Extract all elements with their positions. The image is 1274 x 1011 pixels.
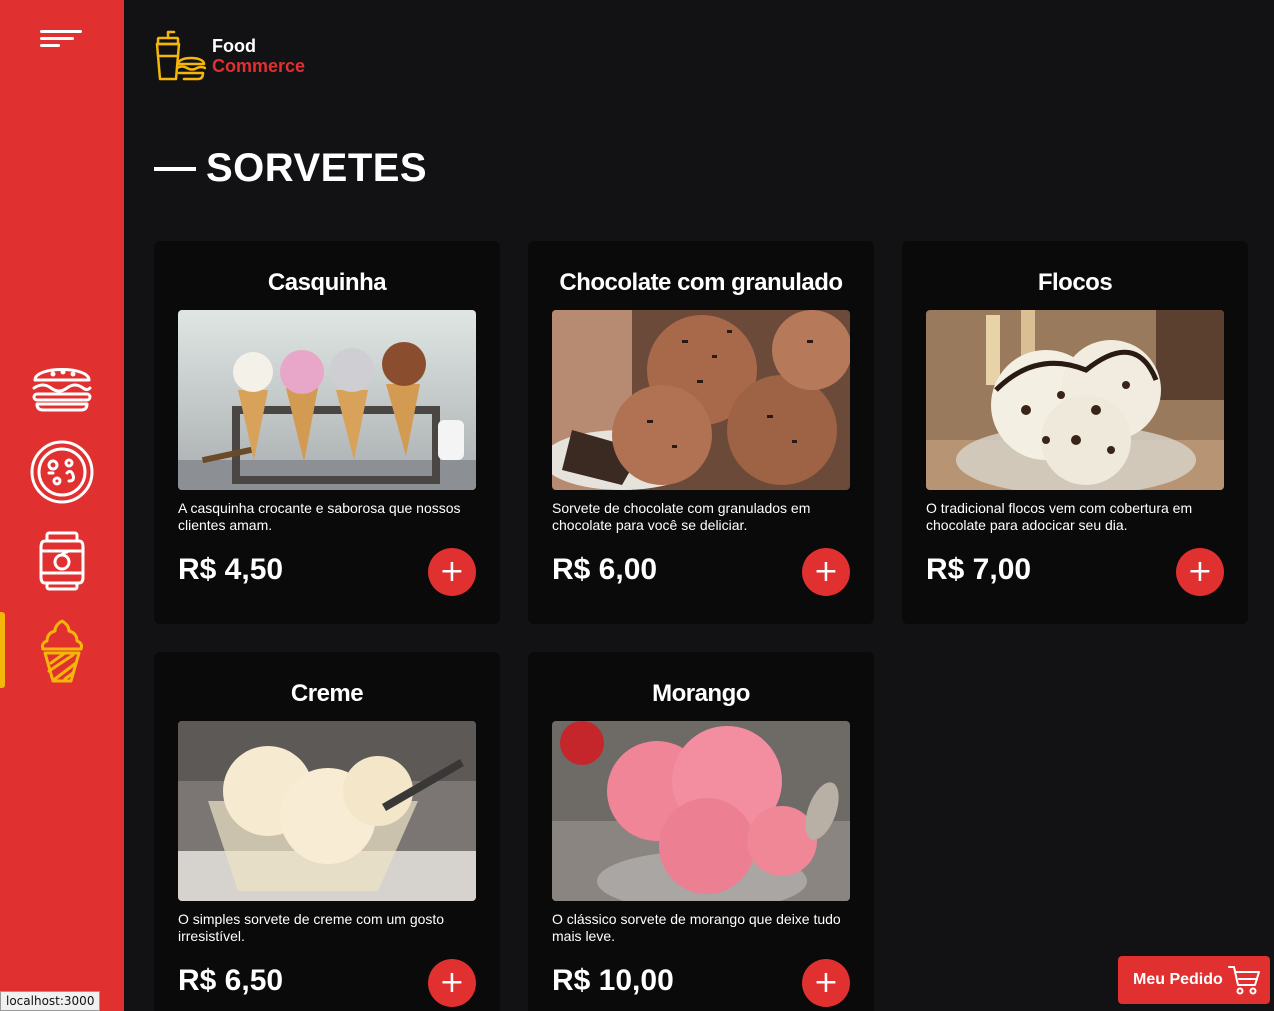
product-name: Chocolate com granulado (559, 269, 843, 296)
shopping-cart-icon (1227, 966, 1260, 995)
pizza-icon (30, 440, 94, 504)
product-image (552, 310, 850, 490)
menu-toggle-button[interactable] (40, 30, 84, 52)
menu-line (40, 37, 74, 40)
product-price: R$ 6,50 (178, 964, 284, 997)
food-commerce-logo-icon (155, 30, 206, 81)
product-name: Creme (290, 680, 364, 707)
my-order-button[interactable]: Meu Pedido (1118, 956, 1270, 1004)
add-to-cart-button[interactable]: + (802, 959, 850, 1007)
product-image (178, 310, 476, 490)
product-price: R$ 6,00 (552, 553, 658, 586)
product-price: R$ 4,50 (178, 553, 284, 586)
product-image (178, 721, 476, 901)
burger-icon (32, 368, 92, 412)
add-to-cart-button[interactable]: + (428, 548, 476, 596)
product-name: Flocos (1037, 269, 1113, 296)
product-description: O tradicional flocos vem com cobertura e… (926, 500, 1193, 533)
menu-line (40, 30, 82, 33)
sidebar-item-pizza[interactable] (0, 434, 124, 510)
product-card: Flocos O tradicional flocos vem com cobe… (902, 241, 1248, 624)
product-price: R$ 7,00 (926, 553, 1032, 586)
add-to-cart-button[interactable]: + (1176, 548, 1224, 596)
product-description: O simples sorvete de creme com um gosto … (178, 911, 445, 944)
status-bar-url: localhost:3000 (0, 991, 101, 1011)
add-to-cart-button[interactable]: + (428, 959, 476, 1007)
product-image (552, 721, 850, 901)
product-description: A casquinha crocante e saborosa que noss… (178, 500, 461, 533)
product-description: O clássico sorvete de morango que deixe … (552, 911, 841, 944)
ice-cream-icon (41, 619, 83, 683)
title-dash (154, 166, 196, 171)
logo-text-commerce: Commerce (212, 56, 306, 76)
menu-line (40, 44, 60, 47)
product-description: Sorvete de chocolate com granulados em c… (552, 500, 811, 533)
logo-text-food: Food (212, 36, 256, 56)
app-logo[interactable]: Food Commerce (152, 30, 305, 82)
product-card: Morango O clássico sorvete de morango qu… (528, 652, 874, 1011)
product-card: Casquinha A casquinha crocante e saboros… (154, 241, 500, 624)
section-header: SORVETES (154, 146, 427, 191)
sidebar (0, 0, 124, 1011)
page-title: SORVETES (206, 146, 428, 190)
my-order-label: Meu Pedido (1133, 971, 1223, 988)
product-name: Morango (652, 680, 750, 707)
product-image (926, 310, 1224, 490)
product-name: Casquinha (267, 269, 387, 296)
drink-icon (39, 531, 85, 591)
sidebar-item-burger[interactable] (0, 347, 124, 423)
product-card: Creme O simples sorvete de creme com um … (154, 652, 500, 1011)
add-to-cart-button[interactable]: + (802, 548, 850, 596)
sidebar-item-drinks[interactable] (0, 522, 124, 598)
product-card: Chocolate com granulado Sorvete de choco… (528, 241, 874, 624)
product-price: R$ 10,00 (552, 964, 674, 997)
sidebar-item-ice-cream[interactable] (0, 612, 124, 688)
